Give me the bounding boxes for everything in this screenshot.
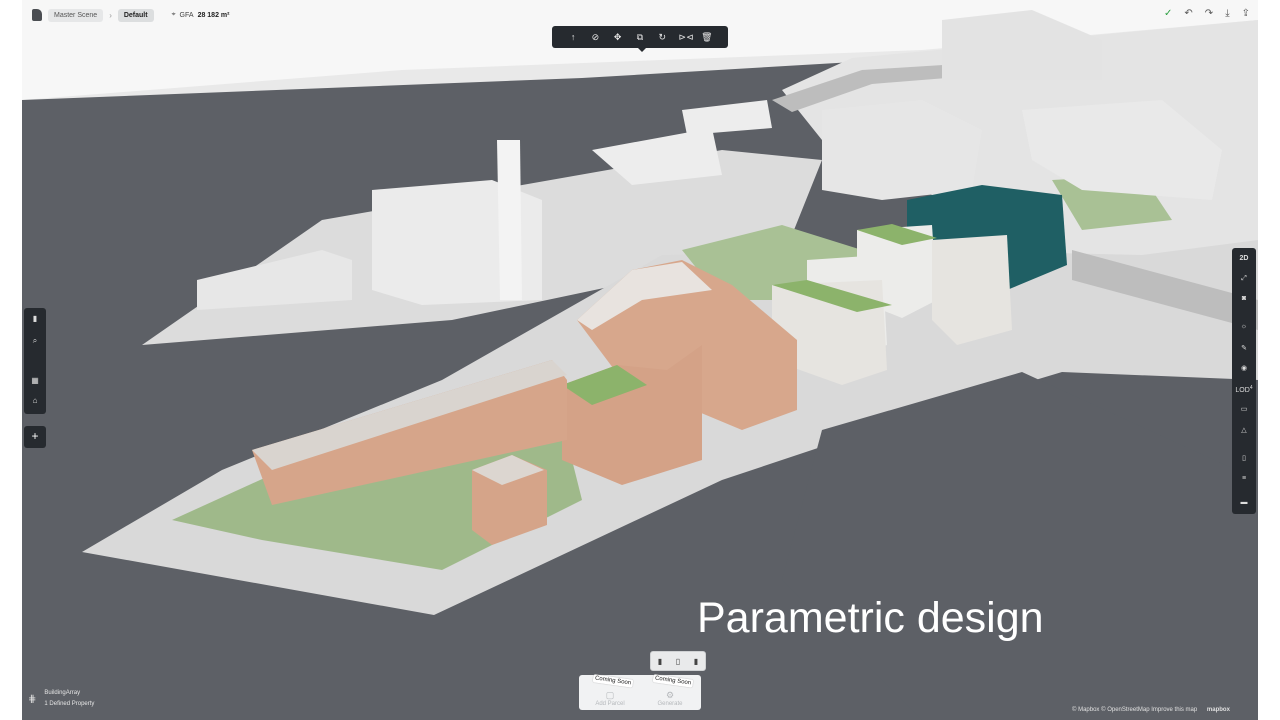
add-button[interactable]: + [24,426,46,448]
attribution-links[interactable]: © Mapbox © OpenStreetMap Improve this ma… [1072,707,1197,713]
copy-icon[interactable]: ⧉ [634,32,646,42]
coming-soon-badge: Coming Soon [652,674,694,688]
selection-title: BuildingArray [44,690,81,696]
minus-icon[interactable]: ▬ [1232,499,1256,506]
3d-scene[interactable] [22,0,1258,720]
app-logo[interactable] [32,9,42,21]
comment-icon[interactable]: ▭ [1232,405,1256,413]
undo-icon[interactable]: ↶ [1184,8,1192,20]
map-attribution: © Mapbox © OpenStreetMap Improve this ma… [1072,707,1230,713]
top-right-actions: ✓ ↶ ↷ ⤓ ⇪ [1164,8,1250,20]
generate-icon: ⚙ [665,690,675,700]
building-type-1-icon[interactable]: ▮ [658,657,662,666]
lod-level: 4 [1249,385,1253,391]
overlay-title: Parametric design [697,594,1044,642]
layout-icon[interactable]: ▦ [24,376,46,385]
arrow-up-icon[interactable]: ↑ [567,32,579,42]
building-type-2-icon[interactable]: ▯ [676,657,680,666]
gfa-indicator: ⌖ GFA 28 182 m² [172,11,230,19]
coming-soon-badge: Coming Soon [592,674,634,688]
move-icon[interactable]: ✥ [612,32,624,42]
right-toolbar: 2D ⤢ ◙ ☼ ✎ ◉ LOD4 ▭ △ ▯ ≡ ▬ [1232,248,1256,514]
add-parcel-label: Add Parcel [595,701,625,707]
phone-icon[interactable]: ▯ [1232,454,1256,462]
bottom-action-panel: Coming Soon ▢ Add Parcel Coming Soon ⚙ G… [579,674,701,710]
terrain-icon[interactable]: △ [1232,426,1256,434]
parcel-icon: ▢ [605,690,615,700]
road-icon[interactable]: ⌂ [24,396,46,405]
eye-off-icon[interactable]: ⊘ [589,32,601,42]
breadcrumb-master-scene[interactable]: Master Scene [48,8,104,22]
check-icon[interactable]: ✓ [1164,8,1172,20]
add-parcel-button[interactable]: Coming Soon ▢ Add Parcel [585,674,635,707]
redo-icon[interactable]: ↷ [1205,8,1213,20]
white-block-2 [932,235,1012,345]
paint-icon[interactable]: ✎ [1232,344,1256,352]
generate-button[interactable]: Coming Soon ⚙ Generate [645,674,695,707]
mirror-icon[interactable]: ⊳⊲ [679,32,694,42]
layers-icon[interactable]: ≡ [1232,475,1256,482]
share-icon[interactable]: ⇪ [1242,8,1250,20]
expand-icon[interactable]: ⤢ [1232,275,1256,283]
rotate-icon[interactable]: ↻ [656,32,668,42]
building-type-selector: ▮ ▯ ▮ [650,651,706,671]
view-2d-button[interactable]: 2D [1232,255,1256,262]
sun-icon[interactable]: ☼ [1232,323,1256,330]
search-icon[interactable]: ⌕ [24,336,46,346]
chart-icon[interactable]: ▮ [24,314,46,323]
gfa-label: GFA [179,11,194,19]
lod-label: LOD [1235,387,1250,394]
lod-button[interactable]: LOD4 [1232,385,1256,394]
settings-sliders-icon[interactable]: ⋕ [28,694,36,705]
map-viewport[interactable]: Master Scene › Default ⌖ GFA 28 182 m² ✓… [22,0,1258,720]
camera-icon[interactable]: ◙ [1232,295,1256,302]
generate-label: Generate [657,701,683,707]
left-toolbar: ▮ ⌕ ▦ ⌂ [24,308,46,414]
download-icon[interactable]: ⤓ [1225,8,1229,20]
selection-toolbar: ↑ ⊘ ✥ ⧉ ↻ ⊳⊲ 🗑 [552,26,728,52]
gfa-value: 28 182 m² [197,11,230,19]
breadcrumb-default[interactable]: Default [117,8,154,22]
selection-info: ⋕ BuildingArray 1 Defined Property [28,688,94,710]
mapbox-logo: mapbox [1206,707,1230,713]
eye-icon[interactable]: ◉ [1232,364,1256,372]
breadcrumb-separator: › [109,10,112,20]
tag-icon: ⌖ [171,11,176,18]
trash-icon[interactable]: 🗑 [701,32,713,42]
factory-tower [497,140,522,300]
selection-subtitle: 1 Defined Property [44,701,95,707]
building-type-3-icon[interactable]: ▮ [694,657,698,666]
